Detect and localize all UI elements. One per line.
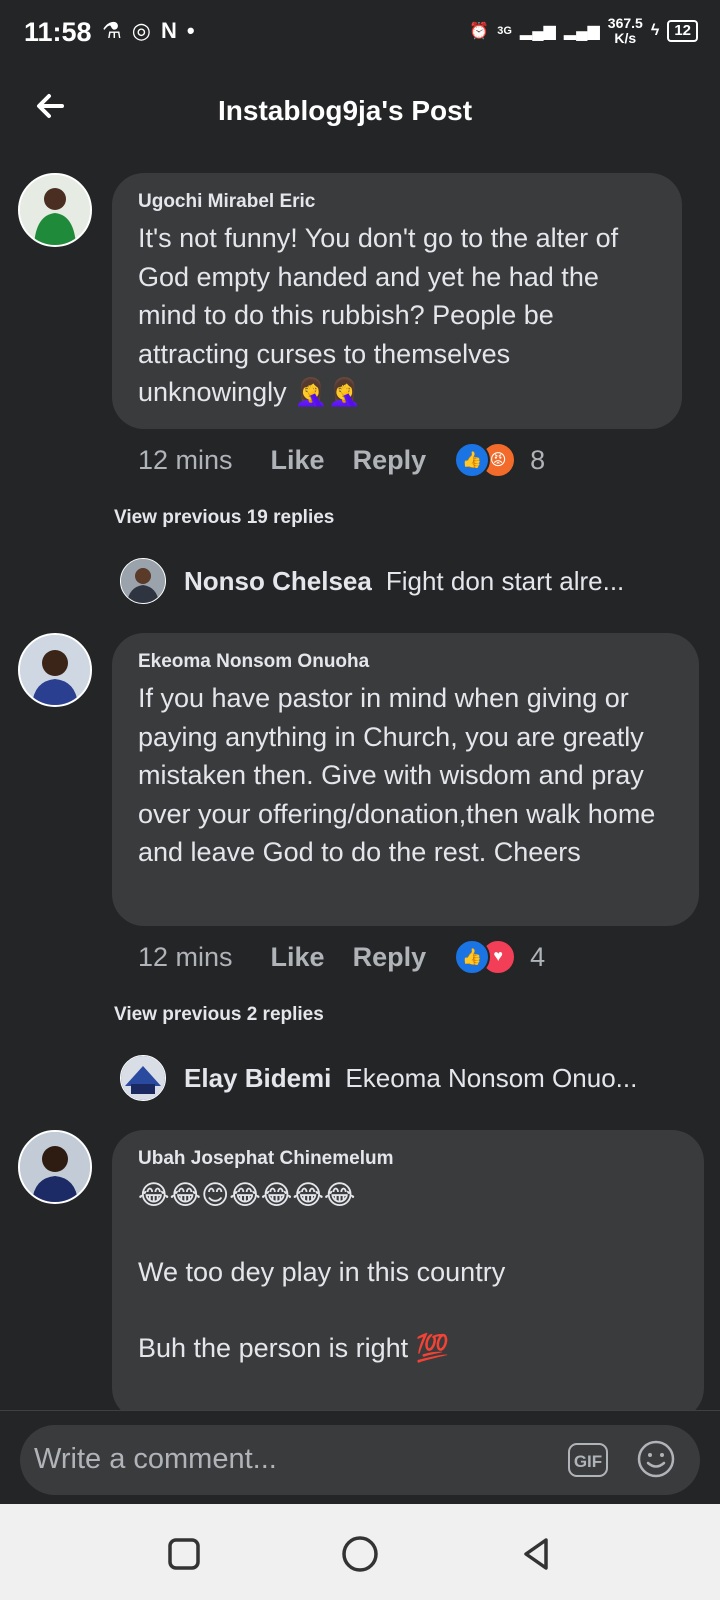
like-button[interactable]: Like	[271, 942, 325, 973]
network-speed: 367.5 K/s	[607, 15, 643, 46]
reply-author: Elay Bidemi	[184, 1062, 332, 1093]
flask-icon: ⚗	[102, 18, 122, 43]
alarm-icon: ⏰	[469, 23, 490, 40]
reply-text: Ekeoma Nonsom Onuo...	[345, 1062, 638, 1093]
avatar-photo	[20, 175, 90, 245]
battery-level: 12	[667, 20, 698, 42]
like-button[interactable]: Like	[271, 445, 325, 476]
comment-text: It's not funny! You don't go to the alte…	[138, 223, 619, 407]
comment-actions: 12 mins Like Reply 👍 ♥ 4	[138, 939, 545, 975]
latest-reply[interactable]: Nonso Chelsea Fight don start alre...	[120, 558, 624, 604]
avatar[interactable]	[120, 558, 166, 604]
comment-author[interactable]: Ekeoma Nonsom Onuoha	[138, 651, 673, 673]
latest-reply[interactable]: Elay Bidemi Ekeoma Nonsom Onuo...	[120, 1055, 637, 1101]
page-title: Instablog9ja's Post	[218, 95, 473, 126]
comment-bubble[interactable]: Ekeoma Nonsom Onuoha If you have pastor …	[112, 633, 699, 926]
like-reaction-icon: 👍	[454, 442, 491, 478]
avatar[interactable]	[18, 633, 92, 707]
comment-text: We too dey play in this country	[138, 1256, 506, 1287]
avatar-photo	[121, 1056, 165, 1100]
comment-composer: Write a comment... GIF	[0, 1410, 720, 1505]
comment-time[interactable]: 12 mins	[138, 445, 233, 476]
reply-button[interactable]: Reply	[353, 942, 427, 973]
comment-bubble[interactable]: Ubah Josephat Chinemelum 😂😂😊😂😂😂😂 We too …	[112, 1130, 704, 1420]
reactions[interactable]: 👍 😡	[454, 442, 517, 478]
signal-icon: ▂▄▆	[519, 23, 556, 40]
notification-dot-icon: •	[186, 18, 195, 43]
signal-icon-2: ▂▄▆	[563, 23, 600, 40]
back-triangle-icon[interactable]	[516, 1534, 556, 1574]
reply-author: Nonso Chelsea	[184, 565, 372, 596]
reactions[interactable]: 👍 ♥	[454, 939, 517, 975]
n-app-icon: N	[160, 18, 177, 43]
comment-actions: 12 mins Like Reply 👍 😡 8	[138, 442, 545, 478]
recents-square-icon[interactable]	[164, 1534, 204, 1574]
view-previous-replies[interactable]: View previous 2 replies	[114, 1004, 324, 1026]
reply-button[interactable]: Reply	[353, 445, 427, 476]
status-time: 11:58	[24, 17, 92, 47]
avatar[interactable]	[18, 173, 92, 247]
reaction-count: 8	[530, 444, 546, 475]
home-circle-icon[interactable]	[340, 1534, 380, 1574]
comment-input[interactable]: Write a comment... GIF	[20, 1425, 700, 1495]
gif-button[interactable]: GIF	[568, 1443, 608, 1477]
post-header: Instablog9ja's Post	[0, 72, 720, 152]
comment-text: Buh the person is right 💯	[138, 1333, 450, 1363]
avatar[interactable]	[18, 1130, 92, 1204]
avatar-photo	[20, 635, 90, 705]
comment-author[interactable]: Ugochi Mirabel Eric	[138, 191, 656, 213]
system-nav-bar	[0, 1504, 720, 1600]
avatar[interactable]	[120, 1055, 166, 1101]
comment-time[interactable]: 12 mins	[138, 942, 233, 973]
like-reaction-icon: 👍	[454, 939, 491, 975]
reply-text: Fight don start alre...	[385, 565, 625, 596]
reaction-count: 4	[530, 941, 546, 972]
comment-text: If you have pastor in mind when giving o…	[138, 683, 656, 867]
comment-bubble[interactable]: Ugochi Mirabel Eric It's not funny! You …	[112, 173, 682, 429]
comment-author[interactable]: Ubah Josephat Chinemelum	[138, 1148, 678, 1170]
comment-input-placeholder: Write a comment...	[34, 1443, 277, 1475]
back-arrow-icon[interactable]	[30, 86, 70, 126]
emoji-icon[interactable]	[636, 1439, 676, 1479]
status-bar: 11:58 ⚗ ◎ N • ⏰ 3G ▂▄▆ ▂▄▆ 367.5 K/s ϟ 1…	[0, 0, 720, 66]
charging-icon: ϟ	[650, 22, 660, 39]
network-type: 3G	[497, 25, 512, 37]
avatar-photo	[20, 1132, 90, 1202]
comment-emojis: 😂😂😊😂😂😂😂	[138, 1180, 356, 1210]
avatar-photo	[121, 559, 165, 603]
whatsapp-icon: ◎	[131, 18, 151, 43]
view-previous-replies[interactable]: View previous 19 replies	[114, 507, 334, 529]
